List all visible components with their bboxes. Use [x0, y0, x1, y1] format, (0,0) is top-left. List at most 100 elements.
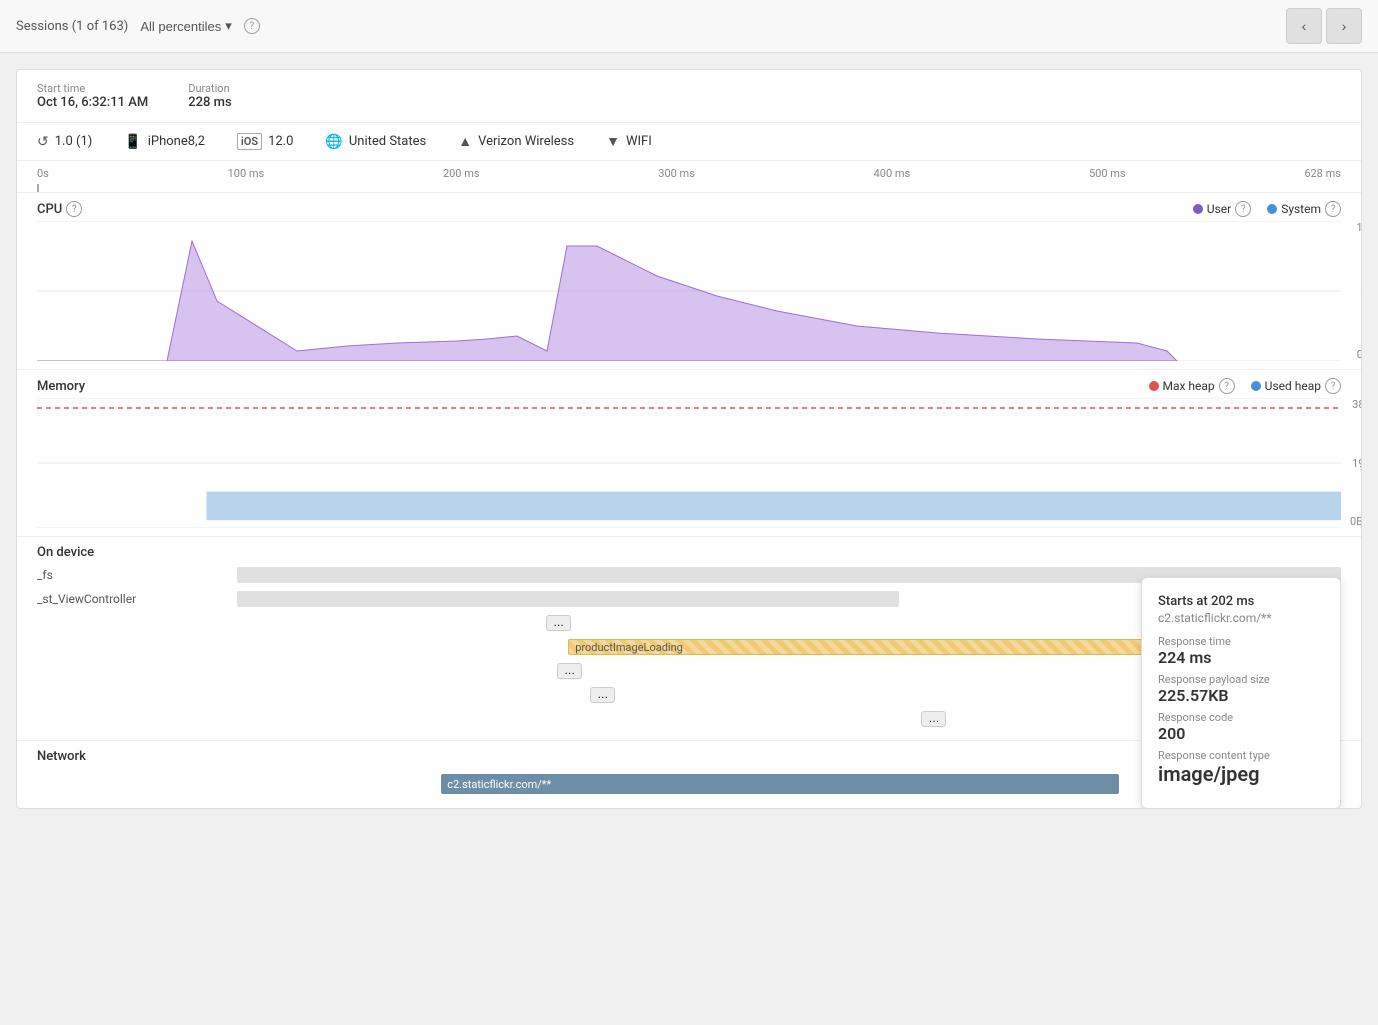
phone-icon: 📱: [124, 134, 141, 150]
tooltip-code: Response code 200: [1158, 711, 1324, 743]
start-time-label: Start time: [37, 82, 148, 95]
start-time-value: Oct 16, 6:32:11 AM: [37, 95, 148, 110]
expand-btn-2[interactable]: …: [557, 663, 582, 679]
memory-section-header: Memory Max heap ? Used heap ?: [17, 370, 1361, 398]
user-dot: [1193, 204, 1203, 214]
cpu-y-bot: 0%: [1357, 348, 1362, 361]
ruler-100: 100 ms: [228, 167, 265, 180]
wifi-icon: ▼: [606, 133, 620, 150]
tooltip-payload: Response payload size 225.57KB: [1158, 673, 1324, 705]
response-time-label: Response time: [1158, 635, 1324, 648]
payload-label: Response payload size: [1158, 673, 1324, 686]
cpu-section: CPU ? User ? System ?: [17, 193, 1361, 370]
start-time-field: Start time Oct 16, 6:32:11 AM: [37, 82, 148, 110]
memory-y-bot: 0B: [1350, 515, 1362, 528]
memory-y-mid: 19.41 MB: [1352, 457, 1362, 470]
trace-label-fs: _fs: [37, 568, 237, 582]
carrier-label: Verizon Wireless: [478, 134, 574, 149]
memory-legend: Max heap ? Used heap ?: [1149, 378, 1342, 394]
system-dot: [1267, 204, 1277, 214]
on-device-title: On device: [17, 537, 1361, 564]
code-label: Response code: [1158, 711, 1324, 724]
device-model-info: 📱 iPhone8,2: [124, 134, 205, 150]
tooltip-subtitle: c2.staticflickr.com/**: [1158, 611, 1324, 625]
memory-legend-used-heap: Used heap ?: [1251, 378, 1341, 394]
network-bar-label: c2.staticflickr.com/**: [447, 778, 551, 791]
timeline-ruler: 0s 100 ms 200 ms 300 ms 400 ms 500 ms 62…: [17, 161, 1361, 193]
user-help-icon[interactable]: ?: [1235, 201, 1251, 217]
version-icon: ↺: [37, 134, 49, 150]
memory-section: Memory Max heap ? Used heap ?: [17, 370, 1361, 537]
cpu-legend: User ? System ?: [1193, 201, 1341, 217]
duration-label: Duration: [188, 82, 231, 95]
ruler-labels: 0s 100 ms 200 ms 300 ms 400 ms 500 ms 62…: [37, 167, 1341, 184]
product-image-loading-bar[interactable]: productImageLoading: [568, 639, 1175, 655]
max-heap-help-icon[interactable]: ?: [1219, 378, 1235, 394]
cpu-y-mid: 95.73%: [1360, 284, 1362, 297]
ruler-628: 628 ms: [1304, 167, 1341, 180]
cpu-user-area: [37, 241, 1177, 361]
percentiles-dropdown[interactable]: All percentiles ▾: [140, 18, 231, 34]
ruler-200: 200 ms: [443, 167, 480, 180]
trace-bar-stvc: [237, 591, 899, 607]
nav-buttons: ‹ ›: [1286, 8, 1362, 44]
os-info: iOS 12.0: [237, 133, 294, 150]
wifi-info: ▼ WIFI: [606, 133, 652, 150]
content-type-label: Response content type: [1158, 749, 1324, 762]
main-panel: Start time Oct 16, 6:32:11 AM Duration 2…: [16, 69, 1362, 809]
top-bar-left: Sessions (1 of 163) All percentiles ▾ ?: [16, 18, 1274, 34]
country-label: United States: [349, 134, 426, 149]
cpu-legend-user: User ?: [1193, 201, 1251, 217]
code-value: 200: [1158, 724, 1324, 743]
signal-icon: ▲: [458, 133, 472, 150]
top-bar: Sessions (1 of 163) All percentiles ▾ ? …: [0, 0, 1378, 53]
version-label: 1.0 (1): [55, 134, 93, 149]
max-heap-dot: [1149, 381, 1159, 391]
ios-icon: iOS: [237, 133, 262, 150]
chevron-right-icon: ›: [1342, 18, 1347, 34]
product-bar-label: productImageLoading: [569, 641, 683, 654]
help-icon[interactable]: ?: [244, 18, 260, 34]
duration-value: 228 ms: [188, 95, 231, 110]
chevron-left-icon: ‹: [1302, 18, 1307, 34]
cpu-chart-container: 191.46 % 95.73% 0%: [37, 221, 1341, 361]
chevron-down-icon: ▾: [225, 18, 232, 34]
used-heap-bar: [207, 492, 1341, 521]
expand-btn-4[interactable]: …: [921, 711, 946, 727]
device-info-bar: ↺ 1.0 (1) 📱 iPhone8,2 iOS 12.0 🌐 United …: [17, 123, 1361, 161]
cpu-y-top: 191.46 %: [1356, 221, 1362, 234]
tooltip-card: Starts at 202 ms c2.staticflickr.com/** …: [1141, 577, 1341, 809]
next-session-button[interactable]: ›: [1326, 8, 1362, 44]
payload-value: 225.57KB: [1158, 686, 1324, 705]
memory-y-top: 38.83 MB: [1352, 398, 1362, 411]
expand-btn-3[interactable]: …: [590, 687, 615, 703]
memory-chart-container: 38.83 MB 19.41 MB 0B: [37, 398, 1341, 528]
tooltip-content-type: Response content type image/jpeg: [1158, 749, 1324, 786]
tooltip-response-time: Response time 224 ms: [1158, 635, 1324, 667]
ruler-0: 0s: [37, 167, 49, 180]
tooltip-title: Starts at 202 ms: [1158, 594, 1324, 609]
sessions-label: Sessions (1 of 163): [16, 19, 128, 34]
cpu-help-icon[interactable]: ?: [66, 201, 82, 217]
session-header: Start time Oct 16, 6:32:11 AM Duration 2…: [17, 70, 1361, 123]
version-info: ↺ 1.0 (1): [37, 134, 92, 150]
ruler-300: 300 ms: [658, 167, 695, 180]
network-bar[interactable]: c2.staticflickr.com/**: [441, 774, 1119, 794]
memory-title: Memory: [37, 379, 85, 394]
country-info: 🌐 United States: [325, 134, 426, 150]
system-help-icon[interactable]: ?: [1325, 201, 1341, 217]
ruler-400: 400 ms: [874, 167, 911, 180]
prev-session-button[interactable]: ‹: [1286, 8, 1322, 44]
wifi-label: WIFI: [626, 134, 652, 149]
trace-label-stvc: _st_ViewController: [37, 592, 237, 606]
cpu-section-header: CPU ? User ? System ?: [17, 193, 1361, 221]
used-heap-help-icon[interactable]: ?: [1325, 378, 1341, 394]
response-time-value: 224 ms: [1158, 648, 1324, 667]
memory-chart-svg: [37, 398, 1341, 528]
cpu-legend-system: System ?: [1267, 201, 1341, 217]
memory-legend-max-heap: Max heap ?: [1149, 378, 1235, 394]
os-version-label: 12.0: [268, 134, 293, 149]
carrier-info: ▲ Verizon Wireless: [458, 133, 574, 150]
cpu-title: CPU ?: [37, 201, 82, 217]
expand-btn-1[interactable]: …: [546, 615, 571, 631]
